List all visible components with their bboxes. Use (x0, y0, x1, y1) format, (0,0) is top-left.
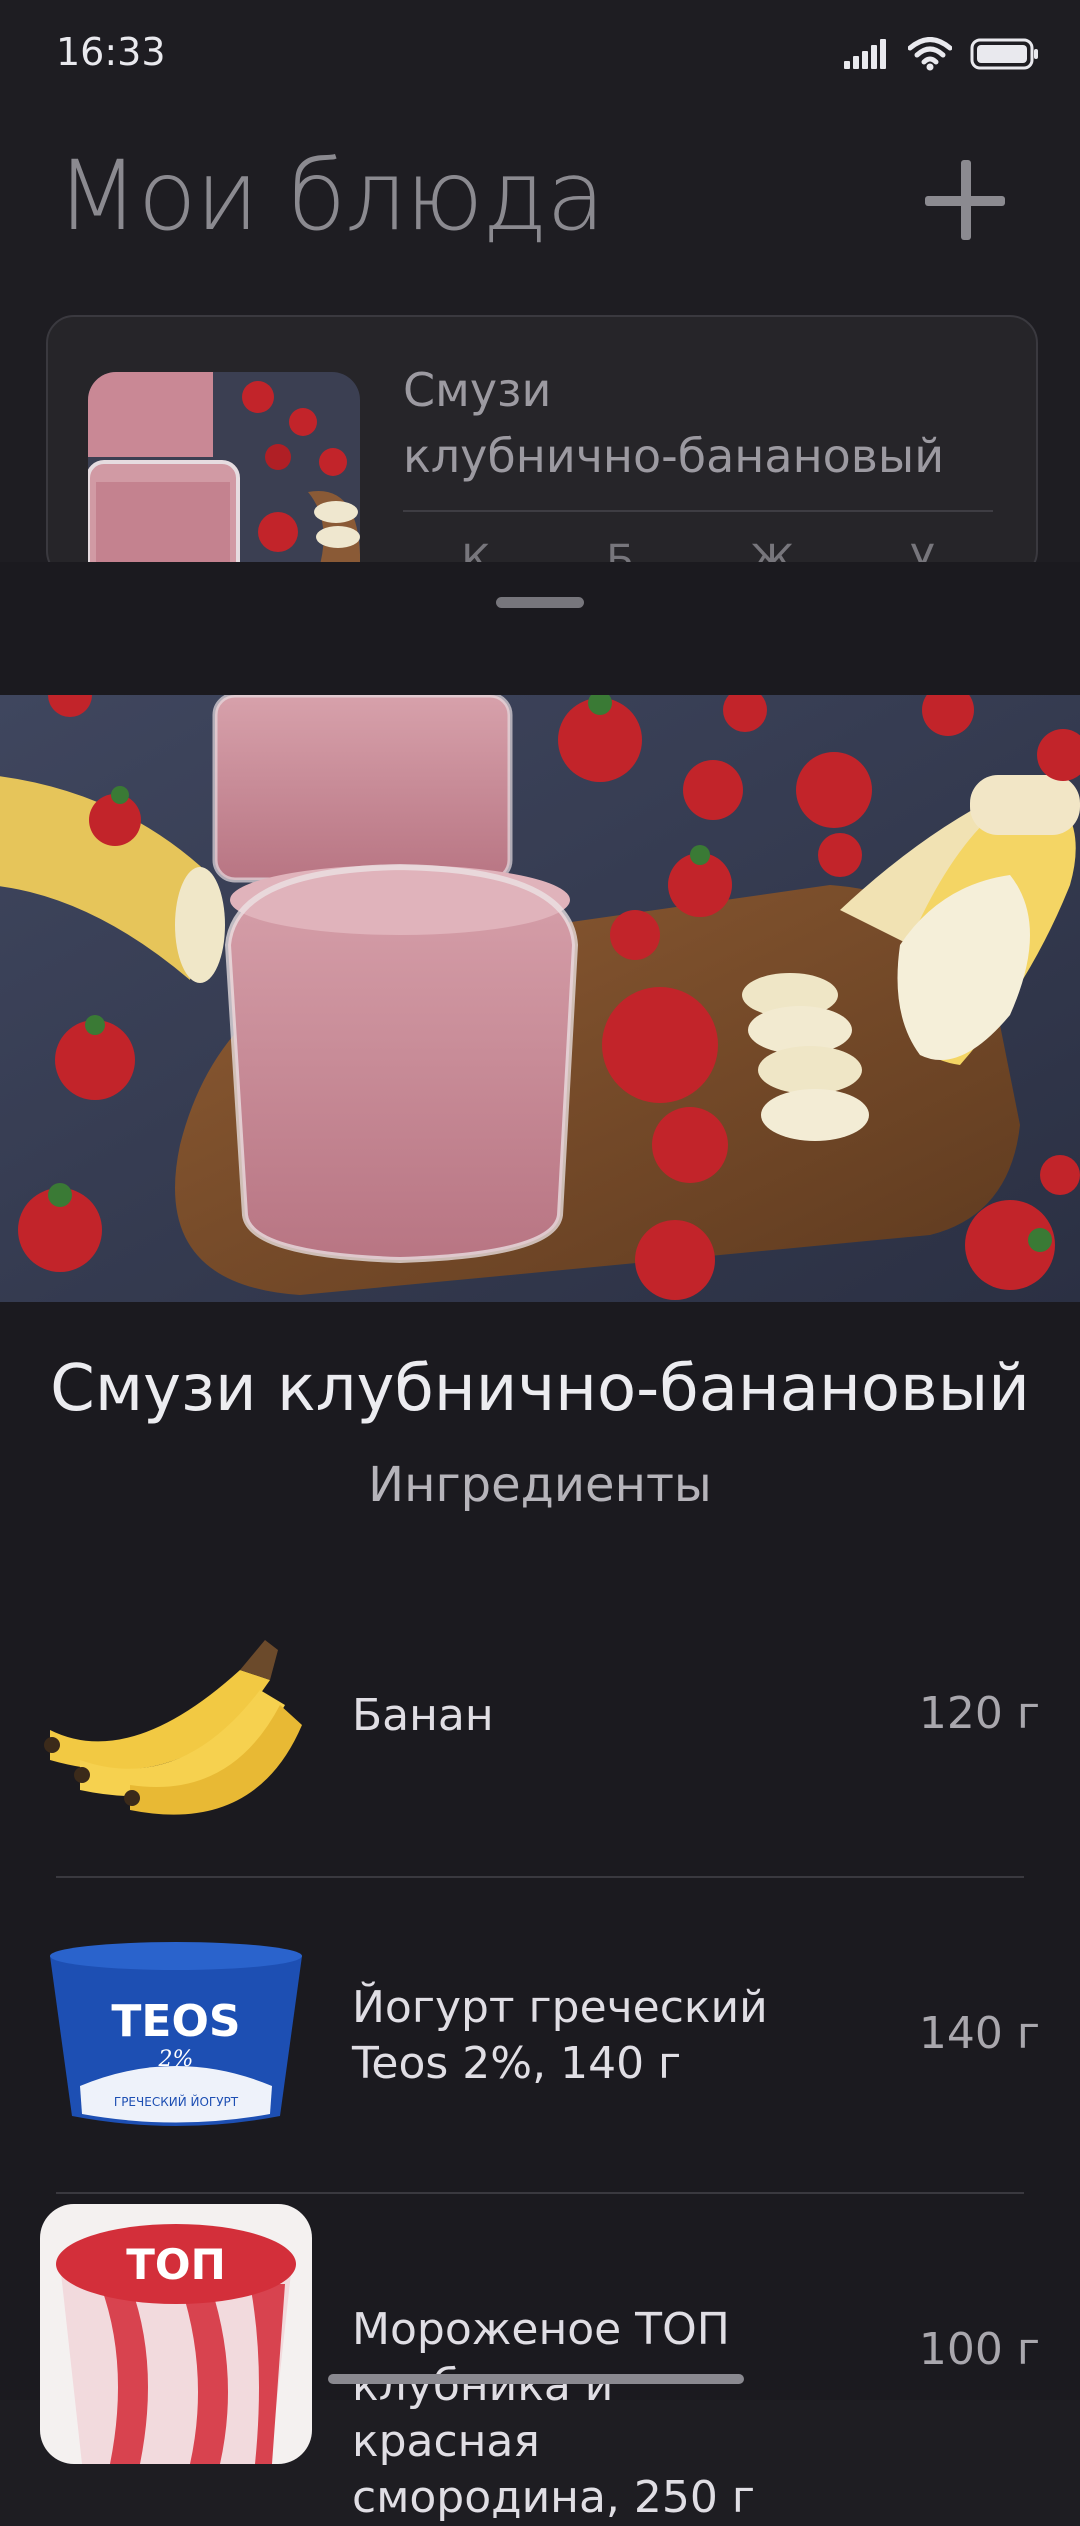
smoothie-photo (0, 695, 1080, 1302)
wifi-icon (908, 37, 952, 71)
status-bar: 16:33 (0, 0, 1080, 110)
sheet-drag-handle[interactable] (496, 597, 584, 608)
dish-details-sheet: Смузи клубнично-банановый Ингредиенты Ба… (0, 562, 1080, 2523)
ingredients-heading: Ингредиенты (368, 1457, 712, 1513)
dish-card-divider (403, 510, 993, 512)
yogurt-caption-text: ГРЕЧЕСКИЙ ЙОГУРТ (114, 2094, 239, 2109)
yogurt-brand-text: TEOS (111, 1996, 240, 2047)
status-time: 16:33 (56, 30, 166, 74)
ingredient-quantity: 120 г (918, 1688, 1040, 1739)
battery-icon (970, 38, 1038, 70)
ingredient-row[interactable]: Банан 120 г (0, 1562, 1080, 1878)
ingredient-name: Йогурт греческий Teos 2%, 140 г (352, 1982, 768, 2089)
signal-icon (844, 39, 886, 69)
ice-cream-brand-text: ТОП (126, 2240, 226, 2289)
ingredient-quantity: 100 г (918, 2324, 1040, 2375)
dish-card[interactable]: Смузи клубнично-банановый К Б Ж У (46, 315, 1038, 579)
dish-title: Смузи клубнично-банановый (50, 1352, 1030, 1426)
ingredient-image-yogurt: TEOS 2% ГРЕЧЕСКИЙ ЙОГУРТ (40, 1926, 312, 2146)
yogurt-fat-text: 2% (158, 2047, 194, 2072)
ingredient-row[interactable]: ТОП Мороженое ТОП клубника и красная смо… (0, 2194, 1080, 2523)
dish-hero-image (0, 695, 1080, 1302)
ingredient-image-banana (40, 1610, 312, 1830)
dish-card-name: Смузи клубнично-банановый (403, 363, 945, 483)
status-icons (844, 30, 1040, 78)
ingredient-name: Банан (352, 1690, 494, 1741)
smoothie-thumbnail-image (88, 372, 360, 577)
dish-card-thumbnail (88, 372, 360, 577)
ingredient-name: Мороженое ТОП клубника и красная смороди… (352, 2304, 755, 2523)
ingredient-quantity: 140 г (918, 2008, 1040, 2059)
ingredient-image-ice-cream: ТОП (40, 2204, 312, 2464)
plus-icon[interactable] (925, 160, 1005, 240)
ingredient-row[interactable]: TEOS 2% ГРЕЧЕСКИЙ ЙОГУРТ Йогурт гречески… (0, 1878, 1080, 2194)
page-title: Мои блюда (56, 140, 605, 252)
gesture-navigation-bar[interactable] (328, 2374, 744, 2384)
